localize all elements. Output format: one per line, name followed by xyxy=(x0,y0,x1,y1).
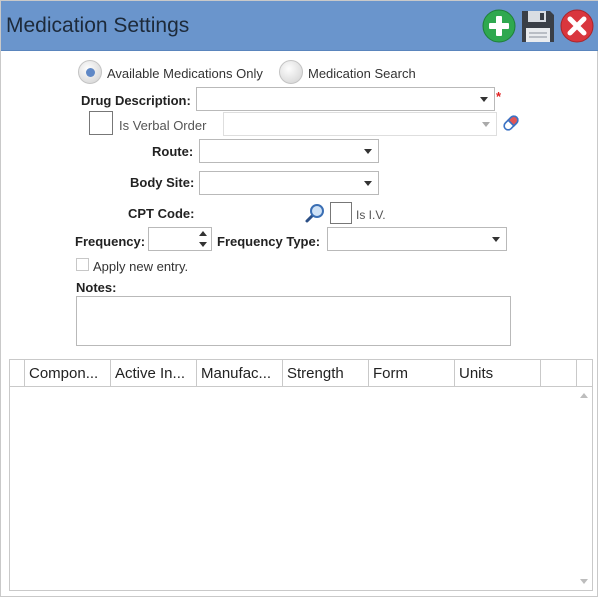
medication-search-radio[interactable] xyxy=(279,60,303,84)
is-iv-label: Is I.V. xyxy=(356,208,386,222)
verbal-order-dropdown xyxy=(223,112,497,136)
column-header-manufacturer[interactable]: Manufac... xyxy=(197,360,283,387)
frequency-type-label: Frequency Type: xyxy=(217,234,321,249)
chevron-down-icon xyxy=(480,97,488,102)
medication-settings-window: Medication Settings Available Medication… xyxy=(0,0,598,597)
radio-selected-dot xyxy=(86,68,95,77)
drug-description-label: Drug Description: xyxy=(81,93,191,108)
chevron-down-icon xyxy=(364,181,372,186)
route-label: Route: xyxy=(152,144,194,159)
scroll-up-arrow-icon xyxy=(580,393,588,398)
row-indicator-header xyxy=(10,360,25,387)
route-dropdown[interactable] xyxy=(199,139,379,163)
frequency-label: Frequency: xyxy=(75,234,146,249)
verbal-order-label: Is Verbal Order xyxy=(119,118,207,133)
column-header-component[interactable]: Compon... xyxy=(25,360,111,387)
add-icon[interactable] xyxy=(481,8,517,44)
column-header-strength[interactable]: Strength xyxy=(283,360,369,387)
title-bar: Medication Settings xyxy=(1,1,598,51)
scroll-up-button[interactable] xyxy=(576,387,592,403)
available-medications-label: Available Medications Only xyxy=(107,66,263,81)
save-icon[interactable] xyxy=(520,8,556,44)
column-header-form[interactable]: Form xyxy=(369,360,455,387)
decrement-arrow-icon[interactable] xyxy=(199,242,207,247)
body-site-label: Body Site: xyxy=(130,175,195,190)
column-header-units[interactable]: Units xyxy=(455,360,541,387)
search-icon[interactable] xyxy=(304,202,326,224)
close-icon[interactable] xyxy=(559,8,595,44)
scroll-down-arrow-icon xyxy=(580,579,588,584)
is-iv-checkbox[interactable] xyxy=(330,202,352,224)
column-header-spacer xyxy=(541,360,577,387)
column-header-active-ingredient[interactable]: Active In... xyxy=(111,360,197,387)
medication-search-label: Medication Search xyxy=(308,66,416,81)
components-grid: Compon... Active In... Manufac... Streng… xyxy=(9,359,593,591)
available-medications-radio[interactable] xyxy=(78,60,102,84)
cpt-code-label: CPT Code: xyxy=(128,206,195,221)
notes-textarea[interactable] xyxy=(76,296,511,346)
scroll-down-button[interactable] xyxy=(576,574,592,590)
required-marker: * xyxy=(496,89,502,104)
grid-header: Compon... Active In... Manufac... Streng… xyxy=(10,360,592,387)
window-title: Medication Settings xyxy=(6,14,190,37)
chevron-down-icon xyxy=(364,149,372,154)
chevron-down-icon xyxy=(492,237,500,242)
body-site-dropdown[interactable] xyxy=(199,171,379,195)
pill-icon[interactable] xyxy=(500,112,522,134)
grid-scrollbar[interactable] xyxy=(576,387,592,590)
frequency-stepper[interactable] xyxy=(148,227,212,251)
apply-new-entry-checkbox[interactable] xyxy=(76,258,89,271)
apply-new-entry-label: Apply new entry. xyxy=(93,259,189,274)
increment-arrow-icon[interactable] xyxy=(199,231,207,236)
drug-description-dropdown[interactable] xyxy=(196,87,495,111)
frequency-type-dropdown[interactable] xyxy=(327,227,507,251)
chevron-down-icon xyxy=(482,122,490,127)
notes-label: Notes: xyxy=(76,280,117,295)
verbal-order-checkbox[interactable] xyxy=(89,111,113,135)
